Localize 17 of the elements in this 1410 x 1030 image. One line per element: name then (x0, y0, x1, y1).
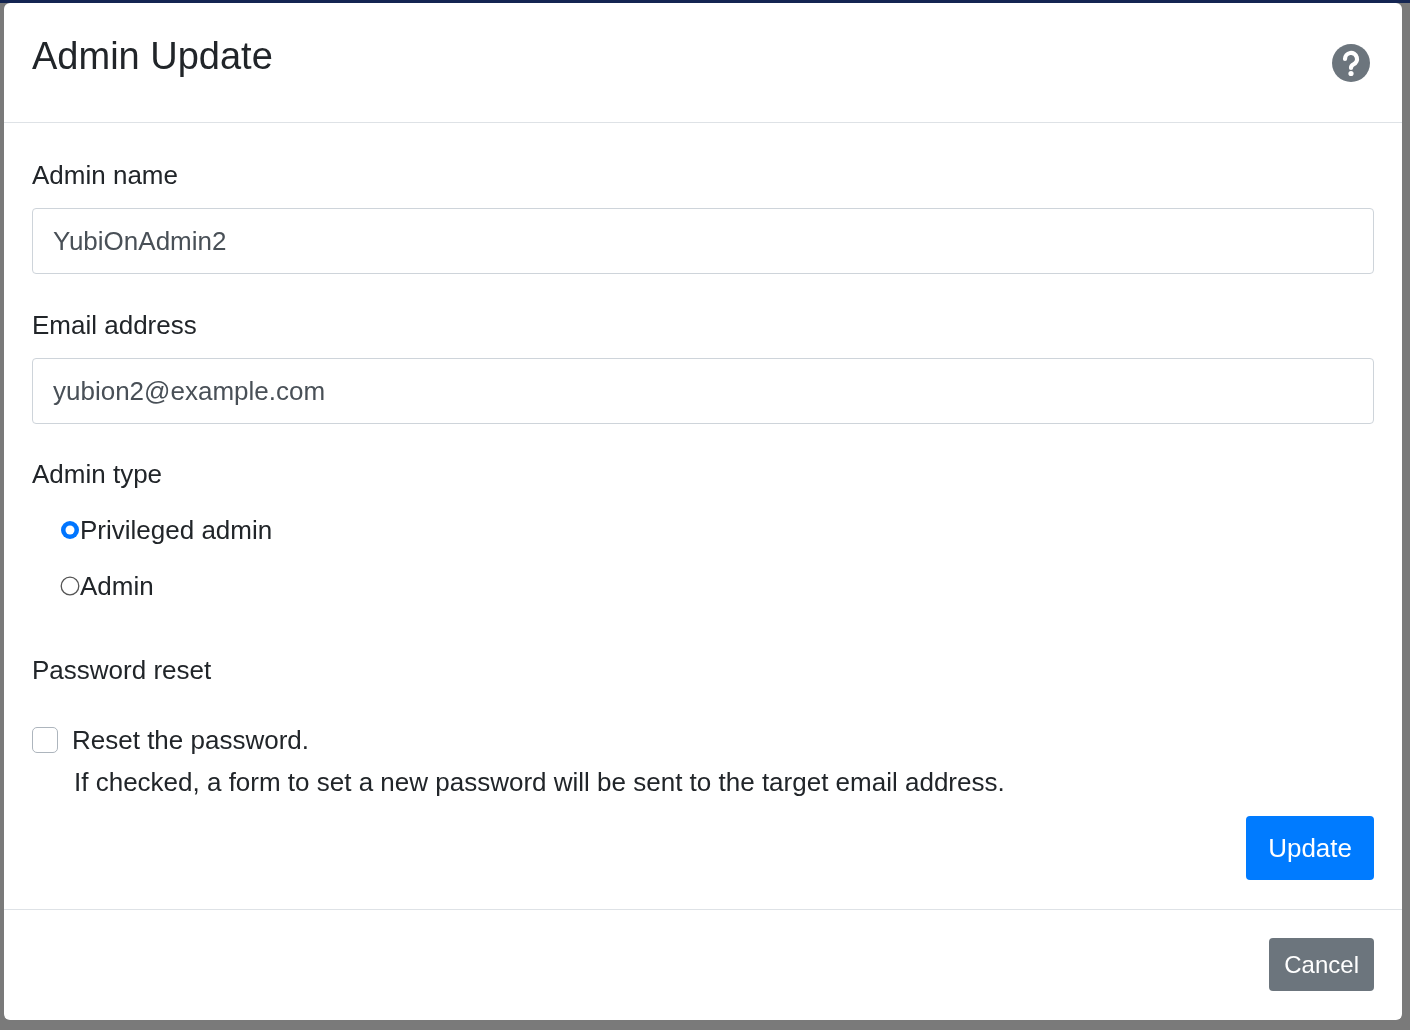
help-text: If checked, a form to set a new password will be sent to the target email address. (74, 766, 1005, 799)
radio-label: Privileged admin (80, 514, 273, 547)
checkbox-label: Reset the password. (72, 724, 309, 757)
radio-label: Admin (80, 570, 154, 603)
cancel-button[interactable]: Cancel (1269, 938, 1374, 991)
checkbox[interactable] (32, 727, 58, 753)
radio-button[interactable] (60, 520, 80, 540)
field-label: Admin type (32, 458, 163, 491)
help-icon[interactable] (1332, 43, 1370, 82)
field-label: Email address (32, 309, 197, 342)
field-label: Password reset (32, 654, 212, 687)
update-button[interactable]: Update (1246, 816, 1374, 880)
input-field[interactable]: YubiOnAdmin2 (32, 208, 1374, 274)
input-field[interactable]: yubion2@example.com (32, 358, 1374, 424)
radio-button[interactable] (60, 576, 80, 596)
dialog-title: Admin Update (32, 35, 273, 78)
field-label: Admin name (32, 159, 178, 192)
